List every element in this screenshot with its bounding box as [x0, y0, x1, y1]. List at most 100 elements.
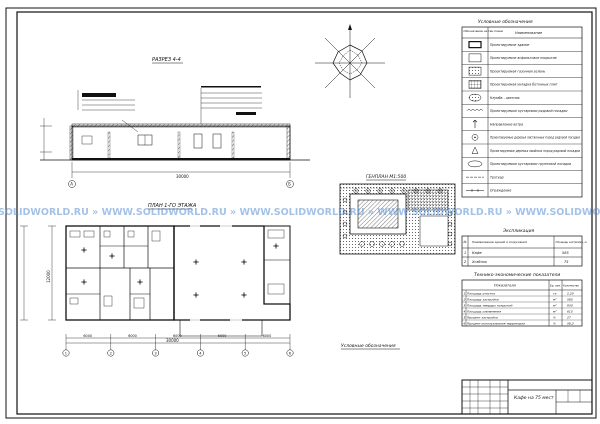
explication-row-1-name: Кафе: [472, 251, 482, 255]
explication-row-1-area: 585: [562, 251, 569, 255]
explication-header-no: №: [463, 240, 467, 244]
explication-row-2-name: Хозблок: [471, 260, 488, 264]
legend-item-1: Проектируемое здание: [490, 43, 529, 47]
legend-symbol-6: [466, 109, 484, 112]
tep-row-3-name: Площадь твердых покрытий: [467, 303, 512, 307]
drawing-sheet: РАЗРЕЗ 4-4 30000 А Б Условные обозначени…: [0, 7, 600, 419]
tep-row-4-unit: м²: [553, 309, 557, 313]
tep-row-2-unit: м²: [553, 297, 557, 301]
note-label: Условные обозначения: [341, 343, 396, 349]
legend-symbol-1: [468, 41, 482, 49]
tep-row-4-no: 4: [464, 309, 466, 313]
section-axis-b: Б: [288, 182, 291, 187]
genplan-title: ГЕНПЛАН М1:500: [366, 174, 406, 180]
legend-item-6: Проектируемые кустарники рядовой посадки: [490, 109, 567, 113]
tep-row-1-unit: га: [553, 291, 557, 295]
tep-row-6-value: 58,3: [567, 321, 574, 325]
tep-row-6-unit: %: [553, 321, 556, 325]
legend-header-name: Наименование: [515, 31, 542, 35]
light-fixture-mark: [193, 292, 199, 298]
tep-header-value: Количество: [563, 284, 579, 288]
legend-panel: Условные обозначения Обозначение на ген.…: [461, 19, 583, 198]
legend-symbol-8: [471, 134, 479, 141]
plan-dim-total: 30000: [166, 338, 179, 343]
plan-dim-bottom: 6000: [83, 334, 92, 338]
plan-dim-bottom: 6000: [173, 334, 182, 338]
explication-header-area: Площадь застройки, м: [556, 240, 587, 244]
legend-symbol-10: [467, 160, 483, 168]
tep-row-1-value: 2,20: [567, 291, 574, 295]
tep-title: Технико-экономические показатели: [474, 272, 560, 278]
legend-item-2: Проектируемое асфальтовое покрытие: [490, 56, 557, 60]
legend-item-4: Проектируемая укладка бетонных плит: [490, 83, 558, 87]
tep-row-4-name: Площадь озеленения: [467, 309, 501, 313]
explication-header-name: Наименование зданий и сооружений: [472, 240, 527, 244]
tep-row-1-name: Площадь участка: [467, 291, 495, 295]
legend-symbol-7: [472, 119, 478, 129]
legend-symbol-12: [466, 188, 484, 192]
tep-table: Технико-экономические показатели Показат…: [461, 272, 583, 327]
plan-axis-label: 3: [154, 352, 156, 356]
light-fixture-mark: [273, 243, 279, 249]
watermark-text: SOLIDWORLD.RU » WWW.SOLIDWORLD.RU » WWW.…: [0, 207, 600, 218]
legend-symbol-9: [471, 146, 479, 154]
section-title: РАЗРЕЗ 4-4: [152, 57, 181, 63]
legend-symbol-2: [468, 53, 482, 63]
explication-row-2-area: 75: [564, 260, 569, 264]
light-fixture-mark: [109, 253, 115, 259]
plan-axis-label: 5: [244, 352, 246, 356]
tep-row-2-no: 2: [464, 297, 466, 301]
section-drawing: РАЗРЕЗ 4-4 30000 А Б: [40, 57, 310, 188]
legend-item-12: Ограждение: [490, 189, 511, 193]
tep-row-3-no: 3: [464, 303, 466, 307]
legend-item-5: Клумба - цветник: [490, 96, 520, 100]
title-block: Кафе на 75 мест: [461, 379, 593, 415]
light-fixture-mark: [241, 292, 247, 298]
title-block-text: Кафе на 75 мест: [514, 395, 554, 401]
legend-title: Условные обозначения: [478, 19, 533, 25]
legend-symbol-4: [468, 80, 482, 89]
tep-row-5-no: 5: [464, 315, 466, 319]
legend-symbol-5: [468, 93, 482, 102]
tep-row-1-no: 1: [464, 291, 466, 295]
plan-dim-bottom: 6000: [263, 334, 272, 338]
light-fixture-mark: [193, 259, 199, 265]
tep-row-2-value: 585: [567, 297, 573, 301]
legend-item-7: Направление ветра: [490, 122, 523, 126]
explication-row-2-no: 2: [464, 260, 467, 264]
tep-row-2-name: Площадь застройки: [467, 297, 499, 301]
legend-item-3: Проектируемая газонная зелень: [490, 69, 545, 73]
light-fixture-mark: [81, 247, 87, 253]
tep-row-6-no: 6: [464, 321, 466, 325]
explication-table: Экспликация № Наименование зданий и соор…: [461, 228, 587, 267]
plan-axis-label: 1: [65, 352, 67, 356]
legend-symbol-3: [468, 66, 482, 76]
explication-row-1-no: 1: [464, 251, 466, 255]
plan-axis-label: 2: [110, 352, 112, 356]
plan-dim-left: 12000: [46, 270, 51, 283]
tep-header-name: Показатели: [494, 284, 516, 288]
plan-dim-bottom: 6000: [128, 334, 137, 338]
plan-dim-bottom: 6000: [218, 334, 227, 338]
section-axis-a: А: [70, 182, 73, 187]
explication-title: Экспликация: [502, 228, 535, 234]
tep-row-3-value: 930: [567, 303, 573, 307]
section-dim: 30000: [176, 174, 189, 179]
tep-header-unit: Ед. изм.: [550, 284, 561, 288]
light-fixture-mark: [241, 259, 247, 265]
light-fixture-mark: [81, 279, 87, 285]
tep-row-3-unit: м²: [553, 303, 557, 307]
legend-item-8: Проектируемые деревья лиственных пород р…: [490, 136, 580, 140]
legend-item-10: Проектируемые кустарники групповой посад…: [490, 162, 571, 166]
legend-header-symbol: Обозначение на ген.плане: [464, 29, 504, 33]
light-fixture-mark: [137, 279, 143, 285]
tep-row-5-value: 27: [567, 315, 571, 319]
tep-row-5-unit: %: [553, 315, 556, 319]
tep-row-5-name: Процент застройки: [467, 315, 498, 319]
tep-row-4-value: 615: [567, 309, 573, 313]
tep-row-6-name: Процент использования территории: [467, 321, 525, 325]
legend-item-9: Проектируемые деревья хвойных пород рядо…: [490, 149, 580, 153]
legend-item-11: Тротуар: [490, 175, 504, 179]
wind-rose: [315, 24, 385, 98]
floor-plan: ПЛАН 1-ГО ЭТАЖА 30000 6000 6000 6000 600…: [20, 203, 294, 357]
